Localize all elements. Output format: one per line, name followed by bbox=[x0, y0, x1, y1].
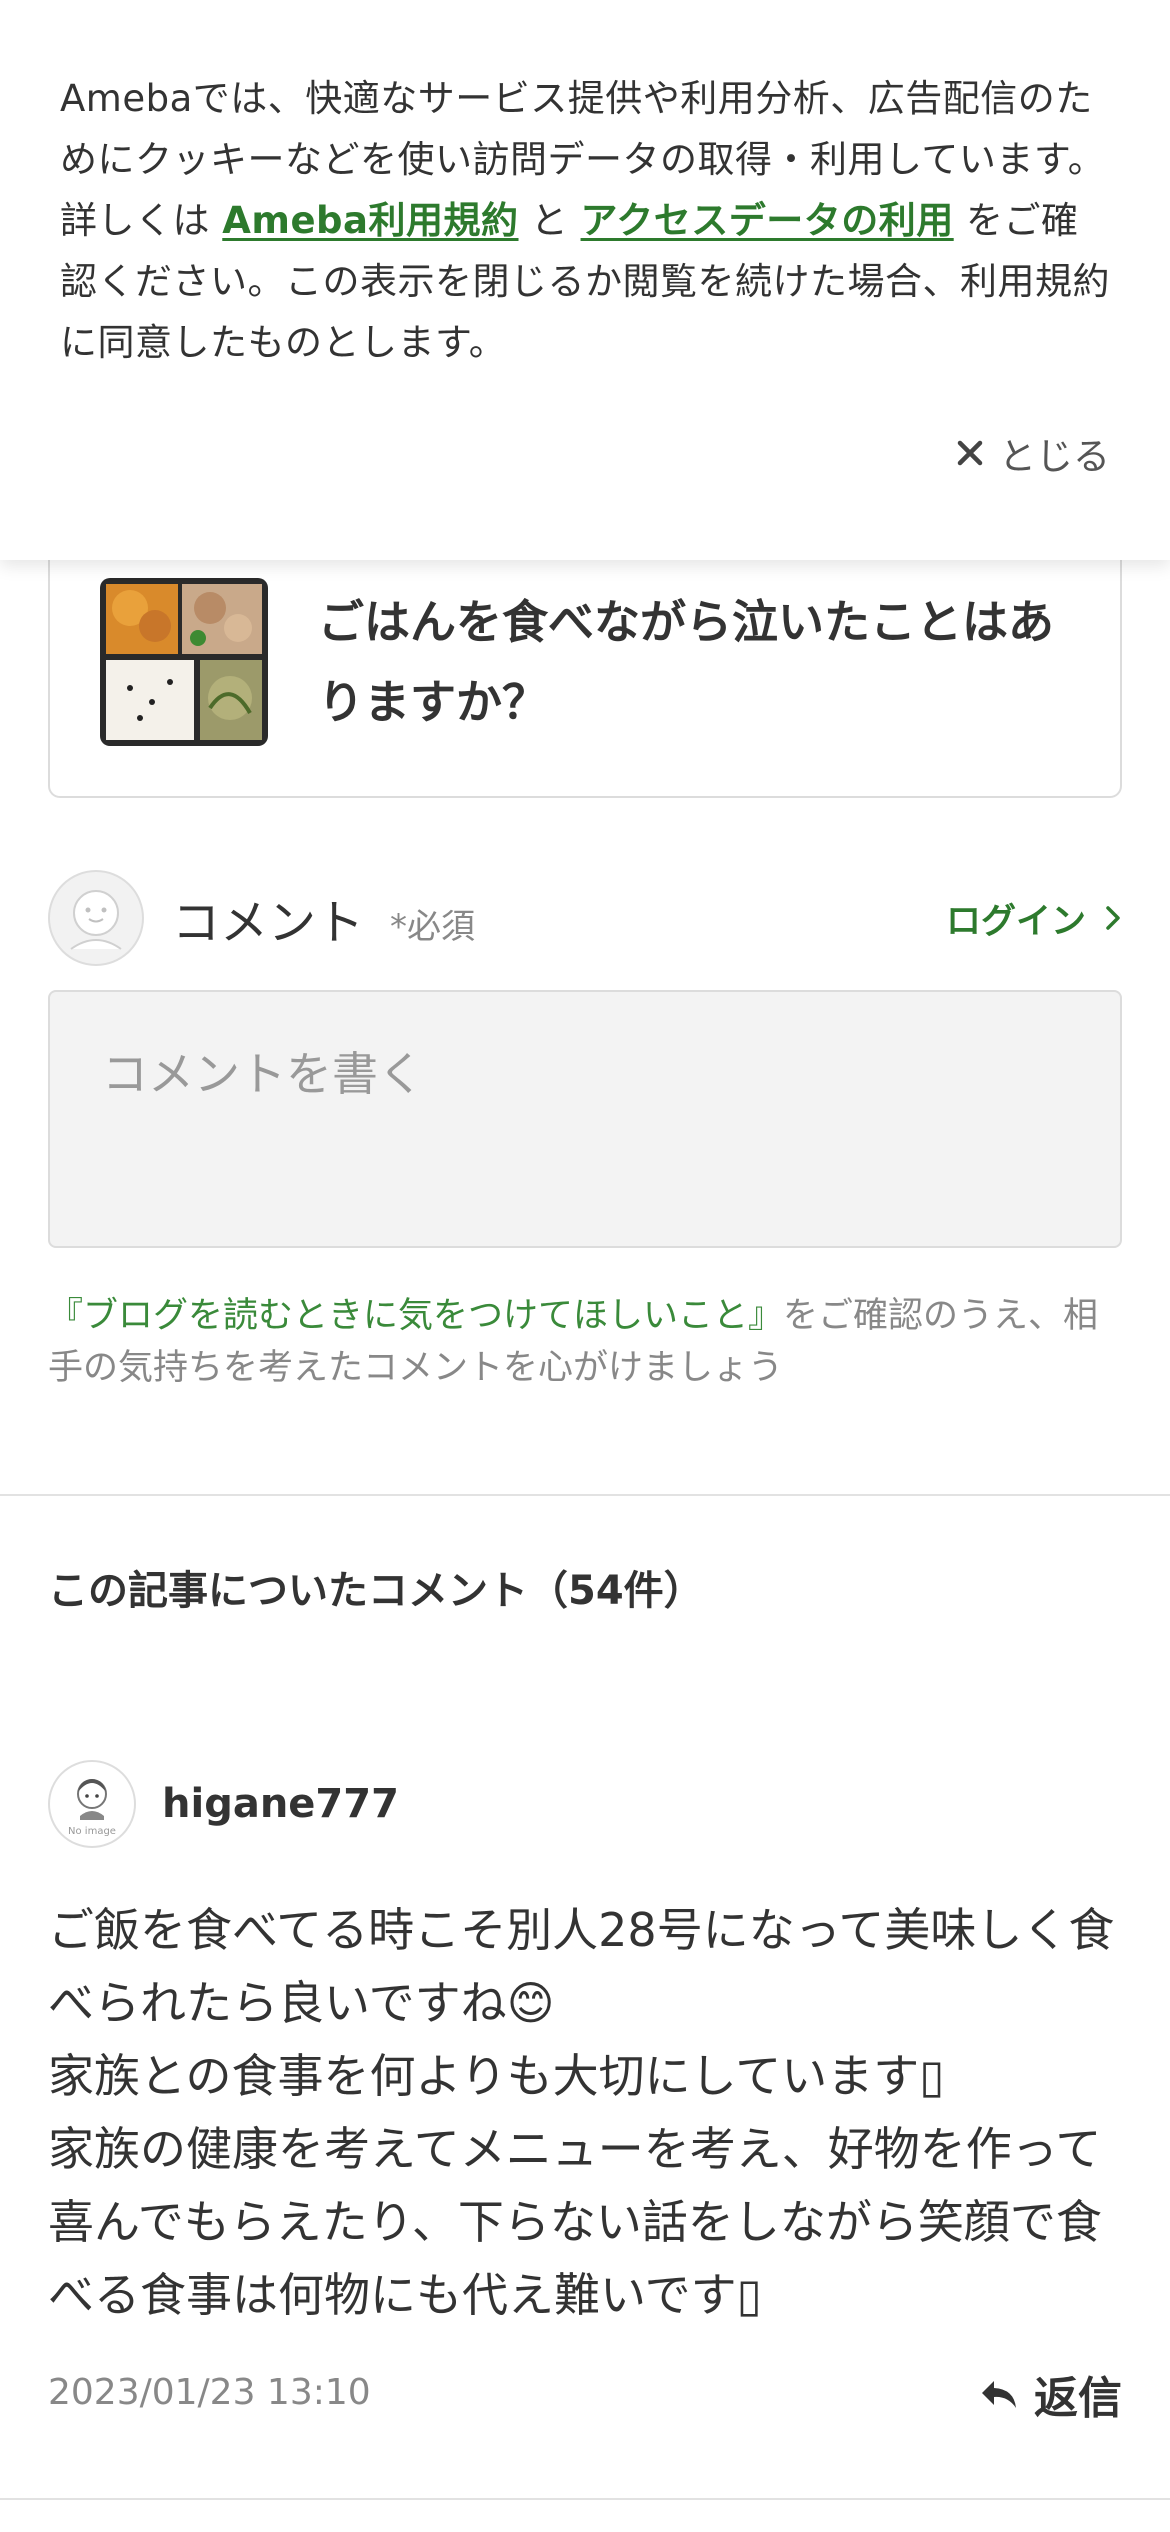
cookie-text: Amebaでは、快適なサービス提供や利用分析、広告配信のためにクッキーなどを使い… bbox=[60, 68, 1110, 373]
reply-button[interactable]: 返信 bbox=[980, 2362, 1122, 2426]
cookie-close-button[interactable]: とじる bbox=[955, 426, 1110, 480]
comment-label: コメント bbox=[172, 895, 365, 951]
cookie-banner: Amebaでは、快適なサービス提供や利用分析、広告配信のためにクッキーなどを使い… bbox=[0, 0, 1170, 560]
comment-input[interactable] bbox=[48, 990, 1122, 1248]
comment-body: ご飯を食べてる時こそ別人28号になって美味しく食べられたら良いですね😊 家族との… bbox=[48, 1903, 1115, 2322]
cookie-text-and: と bbox=[530, 199, 569, 242]
section-divider bbox=[0, 1494, 1170, 1496]
reply-label: 返信 bbox=[1034, 2373, 1122, 2424]
article-thumbnail bbox=[100, 578, 268, 746]
reply-icon bbox=[982, 2381, 1016, 2408]
login-label: ログイン bbox=[945, 901, 1086, 942]
article-title[interactable]: ごはんを食べながら泣いたことはありますか？ bbox=[318, 582, 1078, 742]
default-avatar-icon bbox=[48, 870, 144, 966]
close-icon bbox=[957, 440, 983, 466]
terms-link[interactable]: Ameba利用規約 bbox=[222, 199, 518, 242]
guideline-link[interactable]: 『ブログを読むときに気をつけてほしいこと』 bbox=[48, 1296, 783, 1336]
avatar-caption: No image bbox=[68, 1826, 116, 1837]
chevron-right-icon bbox=[1106, 906, 1120, 930]
page: ごはんを食べながら泣いたことはありますか？ コメント *必須 ログイン 『ブログ… bbox=[0, 0, 1170, 2532]
comment-author-name[interactable]: higane777 bbox=[162, 1781, 399, 1827]
login-link[interactable]: ログイン bbox=[946, 893, 1122, 944]
comments-heading: この記事についたコメント（54件） bbox=[48, 1568, 704, 1614]
cookie-close-label: とじる bbox=[999, 435, 1110, 478]
comment-guideline: 『ブログを読むときに気をつけてほしいこと』をご確認のうえ、相手の気持ちを考えたコ… bbox=[48, 1290, 1128, 1394]
no-image-avatar-icon: No image bbox=[48, 1760, 136, 1848]
comment-author[interactable]: No image higane777 bbox=[48, 1760, 399, 1848]
comment-form-header: コメント *必須 ログイン bbox=[48, 868, 1122, 968]
comment-date: 2023/01/23 13:10 bbox=[48, 2372, 371, 2413]
access-data-link[interactable]: アクセスデータの利用 bbox=[581, 199, 954, 242]
bottom-divider bbox=[0, 2498, 1170, 2500]
bento-photo-icon bbox=[100, 578, 268, 746]
article-card[interactable]: ごはんを食べながら泣いたことはありますか？ bbox=[48, 540, 1122, 798]
required-label: *必須 bbox=[390, 906, 476, 947]
